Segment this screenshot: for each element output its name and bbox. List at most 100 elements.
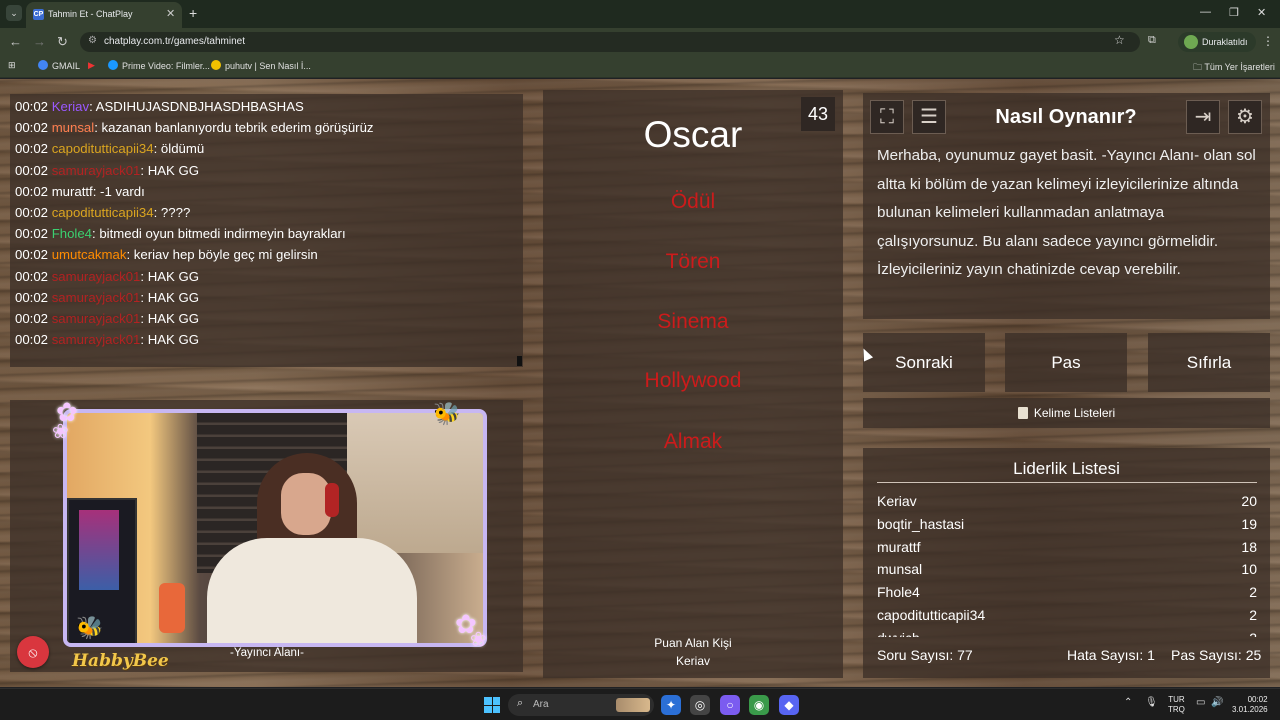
- taboo-word: Ödül: [670, 190, 716, 213]
- player-name: boqtir_hastasi: [877, 515, 965, 532]
- player-name: Keriav: [877, 493, 917, 509]
- chat-timestamp: 00:02: [15, 268, 49, 284]
- profile-button[interactable]: Duraklatıldı: [1178, 32, 1256, 52]
- chat-message: 00:02 samurayjack01: HAK GG: [15, 332, 199, 348]
- streamer-logo: HabbyBee: [72, 651, 169, 671]
- chat-message: 00:02 samurayjack01: HAK GG: [15, 163, 199, 179]
- reload-icon[interactable]: ↻: [57, 34, 68, 50]
- chat-timestamp: 00:02: [15, 99, 49, 114]
- player-score: 2: [1249, 606, 1257, 623]
- site-info-icon[interactable]: ⚙: [88, 35, 97, 46]
- record-button[interactable]: ⦸: [17, 636, 49, 668]
- reset-button[interactable]: Sıfırla: [1148, 333, 1270, 392]
- chat-scroll-thumb[interactable]: [517, 356, 522, 366]
- all-bookmarks[interactable]: 🗀 Tüm Yer İşaretleri: [1193, 60, 1275, 76]
- chat-username[interactable]: samurayjack01: [52, 290, 141, 305]
- network-icon[interactable]: ▭: [1196, 697, 1205, 708]
- gear-icon[interactable]: ⚙: [1228, 100, 1262, 134]
- chat-text: : bitmedi oyun bitmedi indirmeyin bayrak…: [92, 226, 346, 242]
- address-bar[interactable]: ⚙ chatplay.com.tr/games/tahminet: [80, 32, 1140, 52]
- apps-icon[interactable]: ⊞: [8, 60, 16, 71]
- chat-username[interactable]: capoditutticapii34: [52, 205, 154, 220]
- new-tab-icon[interactable]: +: [189, 5, 197, 21]
- chat-username[interactable]: murattf: [52, 184, 93, 199]
- prime-video-icon: [108, 60, 118, 70]
- chat-username[interactable]: Fhole4: [52, 226, 92, 241]
- chat-text: : ????: [153, 205, 191, 220]
- chat-text: : HAK GG: [140, 332, 199, 348]
- minimize-icon[interactable]: —: [1200, 6, 1211, 18]
- close-window-icon[interactable]: ✕: [1257, 6, 1266, 19]
- leaderboard-title: Liderlik Listesi: [1013, 459, 1120, 478]
- word-lists-button[interactable]: Kelime Listeleri: [863, 398, 1270, 428]
- streamer-area-caption: -Yayıncı Alanı-: [230, 647, 304, 659]
- volume-icon[interactable]: 🔊: [1211, 697, 1223, 708]
- pass-button[interactable]: Pas: [1005, 333, 1127, 392]
- windows-start-icon[interactable]: [484, 697, 500, 713]
- chat-message: 00:02 capoditutticapii34: ????: [15, 205, 190, 221]
- google-icon: [38, 60, 48, 70]
- question-count: Soru Sayısı: 77: [877, 647, 973, 663]
- profile-status: Duraklatıldı: [1202, 37, 1248, 47]
- chat-timestamp: 00:02: [15, 205, 49, 220]
- back-icon[interactable]: ←: [9, 34, 22, 49]
- extensions-icon[interactable]: ⧉: [1148, 34, 1156, 47]
- chat-username[interactable]: capoditutticapii34: [52, 141, 154, 156]
- browser-toolbar: ← → ↻ ⚙ chatplay.com.tr/games/tahminet ☆…: [0, 28, 1280, 56]
- chat-username[interactable]: samurayjack01: [52, 332, 141, 347]
- taboo-word: Tören: [665, 250, 721, 273]
- browser-tab-bar: ⌄ CP Tahmin Et - ChatPlay ✕ + — ❐ ✕: [0, 0, 1280, 28]
- tab-search-button[interactable]: ⌄: [6, 5, 22, 21]
- chat-message: 00:02 capoditutticapii34: öldümü: [15, 141, 204, 157]
- bookmark-puhutv[interactable]: puhutv | Sen Nasıl İ...: [211, 60, 311, 71]
- chat-text: : HAK GG: [140, 289, 199, 305]
- chat-message: 00:02 samurayjack01: HAK GG: [15, 269, 199, 285]
- notes-icon[interactable]: ☰: [912, 100, 946, 134]
- search-highlight-image: [616, 698, 650, 712]
- app-icon[interactable]: ◎: [690, 695, 710, 715]
- restore-icon[interactable]: ❐: [1229, 6, 1239, 19]
- player-name: dwvich: [877, 630, 920, 637]
- language-indicator[interactable]: TUR TRQ: [1168, 695, 1185, 715]
- leaderboard-row: munsal 10: [877, 558, 1257, 581]
- divider: [877, 482, 1257, 483]
- taboo-word: Almak: [663, 430, 723, 453]
- taskbar-search[interactable]: ⌕ Ara: [508, 694, 654, 716]
- chat-text: : HAK GG: [140, 311, 199, 326]
- fullscreen-icon[interactable]: ⛶: [870, 100, 904, 134]
- bookmark-prime-video[interactable]: Prime Video: Filmler...: [108, 60, 210, 71]
- chat-message: 00:02 munsal: kazanan banlanıyordu tebri…: [15, 120, 374, 136]
- microphone-icon[interactable]: 🎙: [1145, 697, 1158, 708]
- close-tab-icon[interactable]: ✕: [166, 7, 175, 20]
- flower-icon: ❀: [470, 629, 487, 651]
- chevron-up-icon[interactable]: ⌃: [1124, 697, 1132, 708]
- chat-message: 00:02 samurayjack01: HAK GG: [15, 311, 199, 327]
- chat-timestamp: 00:02: [15, 332, 49, 348]
- chat-username[interactable]: Keriav: [52, 99, 89, 114]
- chat-username[interactable]: samurayjack01: [52, 311, 141, 326]
- system-clock[interactable]: 00:02 3.01.2026: [1232, 695, 1268, 715]
- app-icon[interactable]: ✦: [661, 695, 681, 715]
- app-icon[interactable]: ○: [720, 695, 740, 715]
- leaderboard-list[interactable]: Keriav 20 boqtir_hastasi 19 murattf 18 munsal 1…: [877, 490, 1257, 637]
- bookmark-star-icon[interactable]: ☆: [1114, 33, 1125, 47]
- chat-username[interactable]: samurayjack01: [52, 269, 141, 284]
- player-name: munsal: [877, 561, 923, 578]
- youtube-icon[interactable]: ▶: [88, 60, 95, 71]
- folder-icon: 🗀: [1193, 62, 1205, 72]
- search-placeholder: Ara: [533, 699, 549, 710]
- forward-icon[interactable]: →: [33, 34, 46, 49]
- menu-icon[interactable]: ⋮: [1262, 34, 1274, 48]
- player-name: capoditutticapii34: [877, 606, 986, 623]
- next-button[interactable]: Sonraki: [863, 333, 985, 392]
- chat-timestamp: 00:02: [15, 311, 49, 326]
- chrome-icon[interactable]: ◉: [749, 695, 769, 715]
- player-score: 19: [1241, 515, 1257, 532]
- exit-icon[interactable]: ⇥: [1186, 100, 1220, 134]
- browser-tab[interactable]: CP Tahmin Et - ChatPlay ✕: [26, 2, 182, 28]
- chat-username[interactable]: umutcakmak: [52, 247, 127, 262]
- discord-icon[interactable]: ◆: [779, 695, 799, 715]
- bookmark-gmail[interactable]: GMAIL: [38, 60, 80, 71]
- chat-username[interactable]: munsal: [52, 120, 95, 135]
- chat-username[interactable]: samurayjack01: [52, 163, 141, 178]
